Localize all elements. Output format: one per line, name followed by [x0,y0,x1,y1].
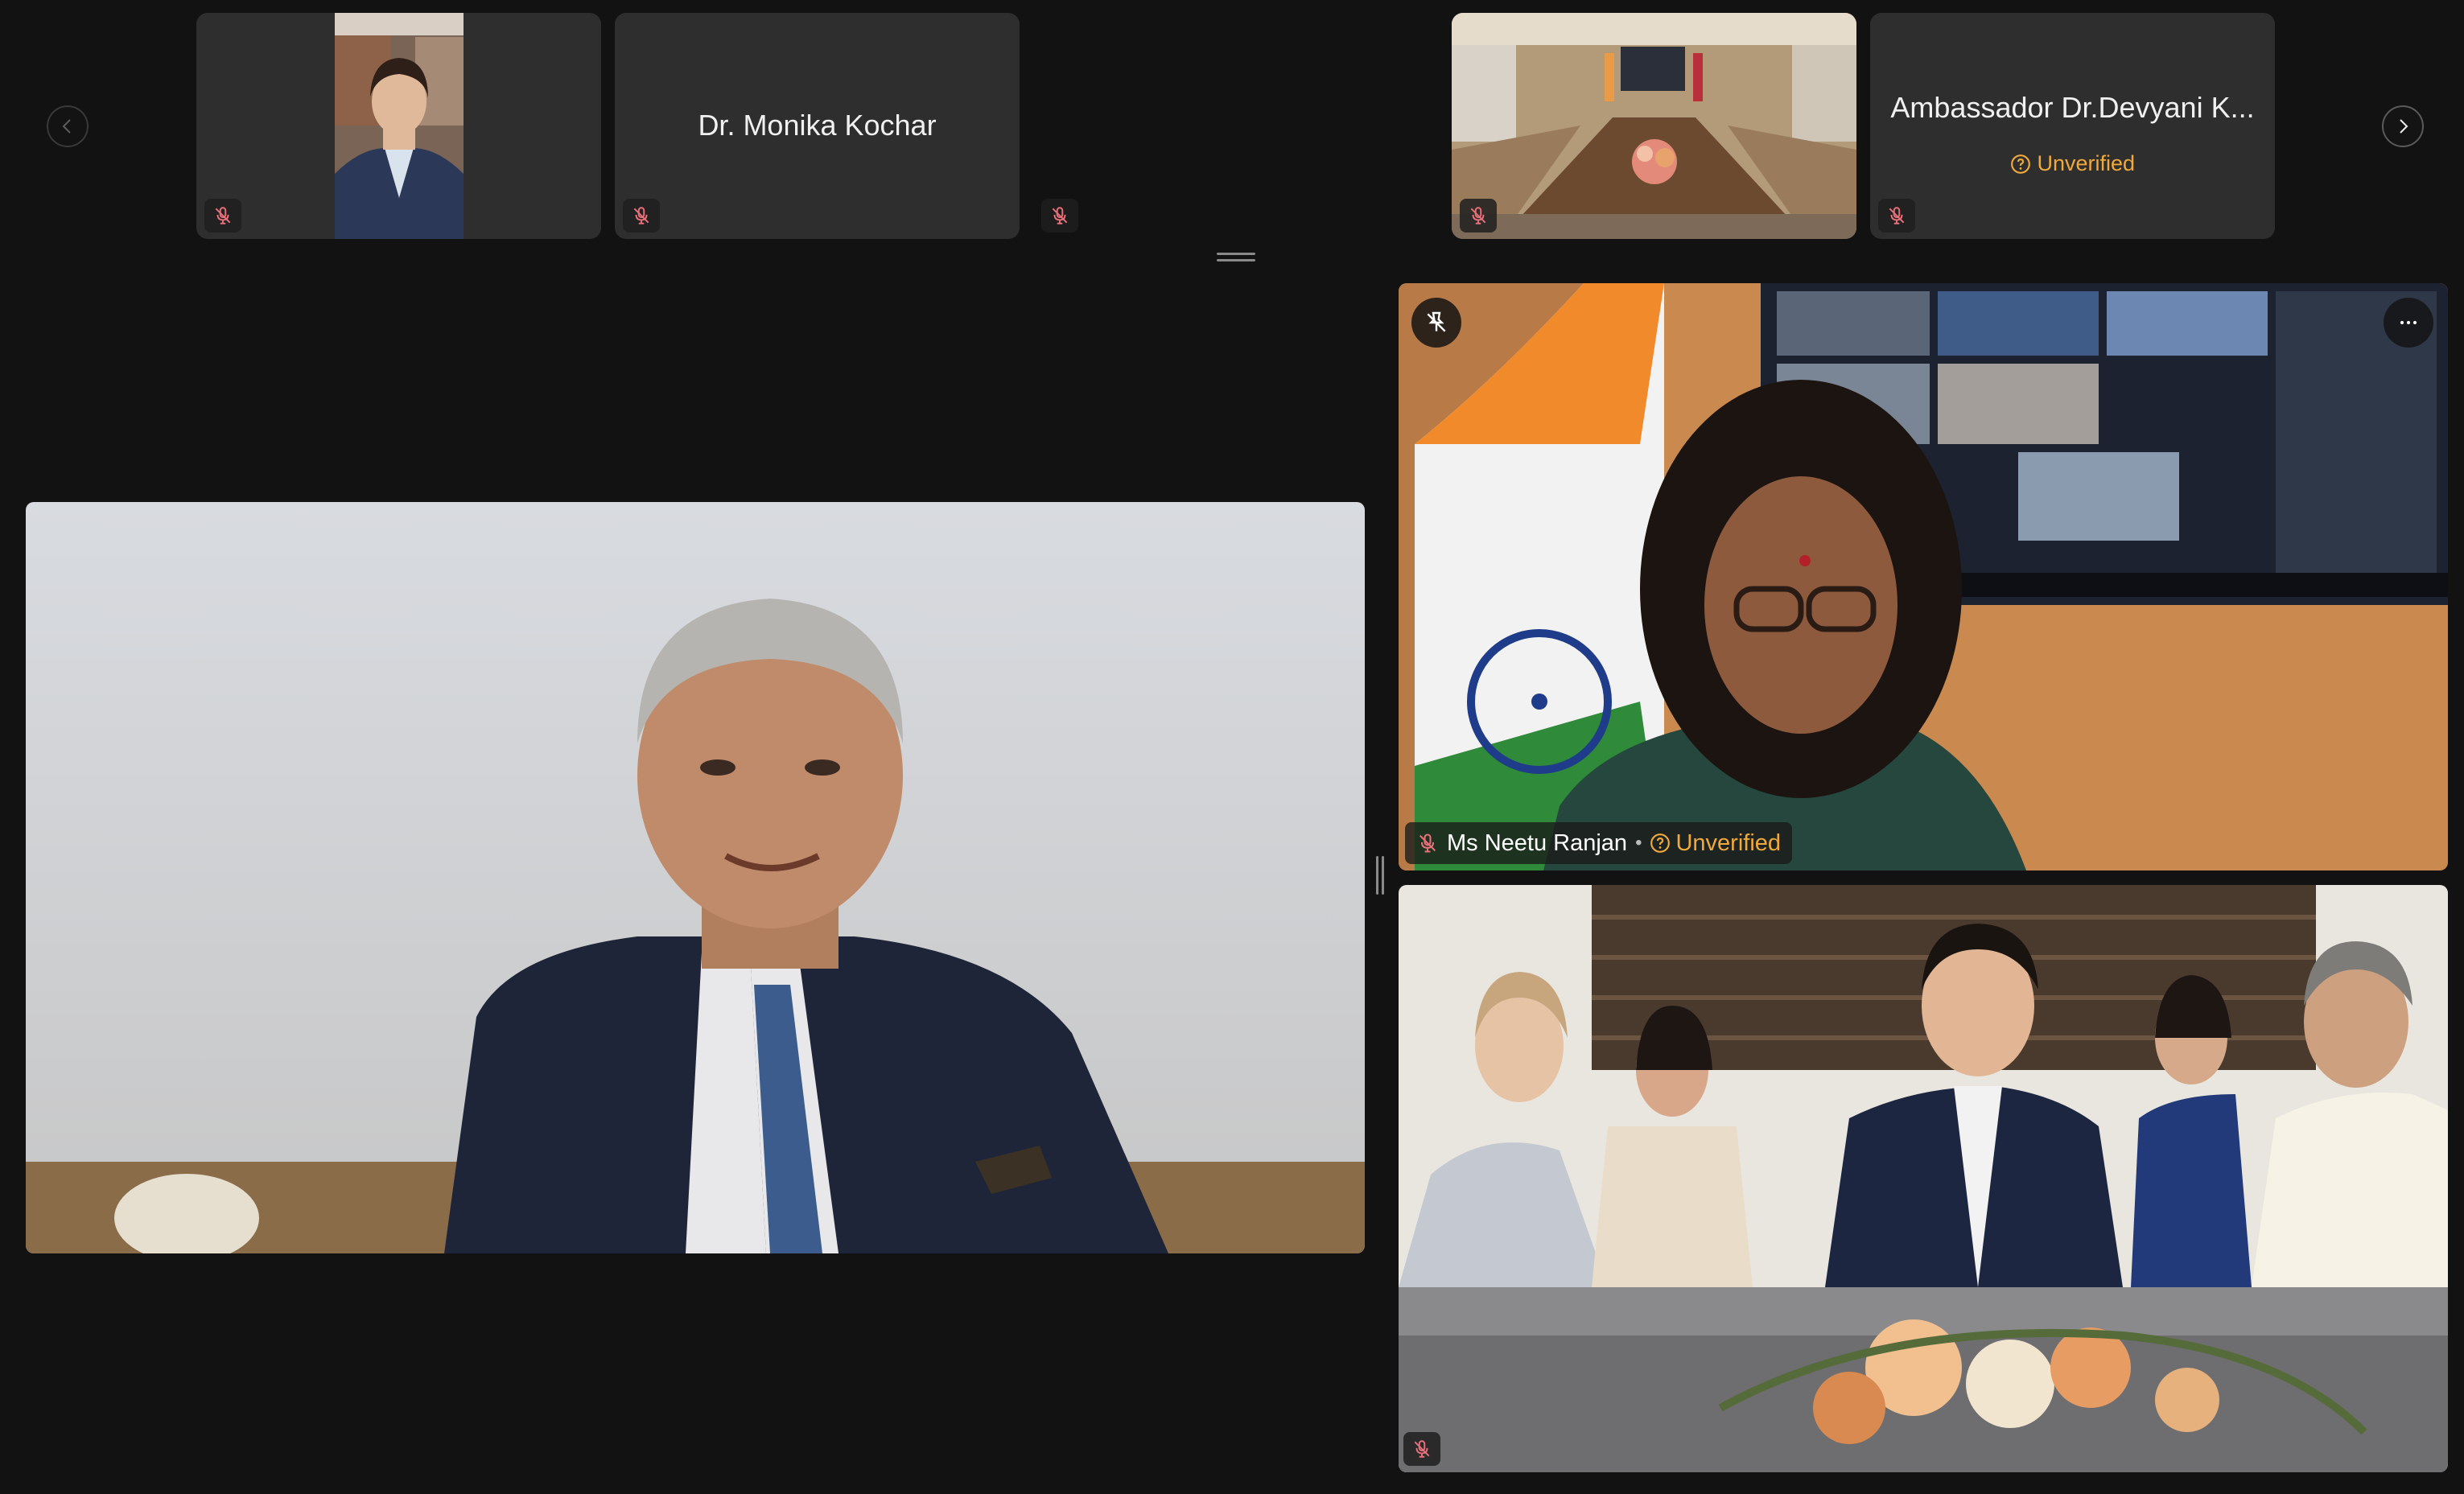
participant-tile-1[interactable] [196,13,601,239]
mic-off-icon [1419,833,1436,853]
mic-off-badge [204,199,241,233]
participant-tile-4[interactable] [1452,13,1856,239]
participant-video-neetu[interactable]: Ms Neetu Ranjan • Unverified [1399,283,2448,870]
chevron-left-icon [62,119,71,134]
participant-tile-2[interactable]: Dr. Monika Kochar [615,13,1020,239]
unverified-badge: Unverified [1650,830,1781,857]
mic-off-icon [1052,207,1068,224]
unverified-text: Unverified [1675,829,1782,856]
more-options-button[interactable] [2384,298,2433,348]
participant-name: Ms Neetu Ranjan [1447,829,1628,856]
speaker-video-feed [26,502,1365,1253]
mic-off-badge [623,199,660,233]
name-separator: • [1635,832,1642,854]
unpin-button[interactable] [1411,298,1461,348]
main-speaker-video[interactable] [26,502,1365,1253]
participant-video-group[interactable] [1399,885,2448,1472]
strip-resize-handle[interactable] [1217,253,1255,264]
mic-off-badge [1403,1432,1440,1466]
unpin-icon [1427,311,1446,332]
participant-video-feed [1399,283,2448,870]
participant-video [1452,13,1856,239]
mic-off-icon [1889,207,1905,224]
more-options-icon [2400,320,2417,325]
mic-off-badge [1041,199,1078,233]
participant-tile-3[interactable] [1033,13,1438,239]
carousel-next-button[interactable] [2382,105,2424,147]
chevron-right-icon [2400,119,2408,134]
participant-name: Dr. Monika Kochar [698,109,937,142]
participant-video [335,13,464,239]
mic-off-badge [1878,199,1915,233]
participant-name-chip: Ms Neetu Ranjan • Unverified [1405,822,1793,864]
carousel-prev-button[interactable] [47,105,89,147]
mic-off-badge [1460,199,1497,233]
participant-video-feed [1399,885,2448,1472]
mic-off-icon [633,207,649,224]
question-circle-icon [2011,154,2030,174]
question-circle-icon [1650,833,1671,853]
panel-resize-handle[interactable] [1376,856,1386,895]
meeting-stage: Dr. Monika Kochar Ambassador Dr.Devyani … [0,0,2464,1494]
mic-off-icon [215,207,231,224]
unverified-badge: Unverified [1870,151,2275,176]
unverified-text: Unverified [2037,151,2136,175]
mic-off-icon [1470,207,1486,224]
participant-name: Ambassador Dr.Devyani K... [1890,91,2255,124]
mic-off-icon [1414,1440,1430,1458]
participant-tile-5[interactable]: Ambassador Dr.Devyani K... Unverified [1870,13,2275,239]
